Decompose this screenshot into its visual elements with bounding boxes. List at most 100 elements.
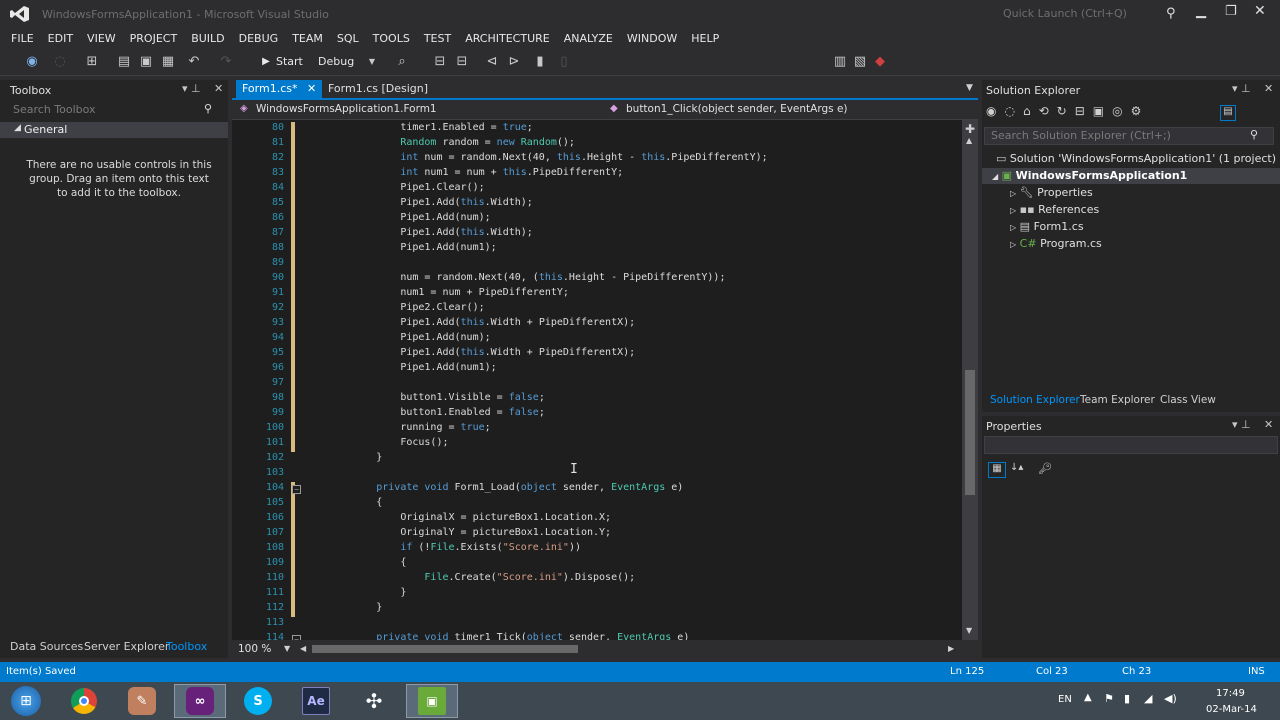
tab-toolbox[interactable]: Toolbox — [166, 640, 207, 653]
class-dropdown[interactable]: WindowsFormsApplication1.Form1 — [256, 103, 437, 115]
taskbar-chrome[interactable] — [58, 684, 110, 718]
taskbar-app-network[interactable]: ✣ — [348, 684, 400, 718]
back-icon[interactable]: ◉ — [986, 104, 1004, 118]
tab-form1-design[interactable]: Form1.cs [Design] — [322, 80, 434, 98]
show-all-icon[interactable]: ▣ — [1093, 104, 1112, 118]
tree-solution[interactable]: ▭ Solution 'WindowsFormsApplication1' (1… — [996, 152, 1276, 165]
start-button[interactable]: Start — [276, 55, 303, 68]
toolbox-group-general[interactable]: ◢ General — [0, 122, 228, 138]
forward-icon[interactable]: ◌ — [1004, 104, 1022, 118]
menu-edit[interactable]: EDIT — [41, 28, 80, 50]
code-line[interactable]: private void Form1_Load(object sender, E… — [304, 482, 683, 493]
code-line[interactable]: Pipe1.Add(num1); — [304, 362, 496, 373]
properties-icon[interactable]: ⚙ — [1131, 104, 1150, 118]
code-line[interactable]: int num1 = num + this.PipeDifferentY; — [304, 167, 623, 178]
code-line[interactable]: private void timer1_Tick(object sender, … — [304, 632, 689, 640]
taskbar-after-effects[interactable]: Ae — [290, 684, 342, 718]
close-icon[interactable]: ✕ — [307, 82, 316, 95]
code-line[interactable]: button1.Visible = false; — [304, 392, 545, 403]
code-line[interactable]: Pipe1.Add(this.Width); — [304, 197, 532, 208]
scroll-down-icon[interactable]: ▼ — [966, 626, 972, 635]
pin-icon[interactable]: ▾ ⊥ — [182, 82, 201, 95]
preview-icon[interactable]: ◎ — [1112, 104, 1130, 118]
tab-data-sources[interactable]: Data Sources — [10, 640, 83, 653]
taskbar-app-game[interactable]: ▣ — [406, 684, 458, 718]
scroll-up-icon[interactable]: ▲ — [966, 136, 972, 145]
quick-launch-input[interactable]: Quick Launch (Ctrl+Q) — [996, 5, 1146, 23]
comment-icon[interactable]: ▮ — [532, 54, 548, 70]
chevron-down-icon[interactable]: ▼ — [284, 644, 290, 653]
tab-server-explorer[interactable]: Server Explorer — [84, 640, 169, 653]
code-line[interactable]: num1 = num + PipeDifferentY; — [304, 287, 569, 298]
menu-tools[interactable]: TOOLS — [366, 28, 417, 50]
code-line[interactable]: int num = random.Next(40, this.Height - … — [304, 152, 767, 163]
close-icon[interactable]: ✕ — [214, 82, 223, 95]
undo-icon[interactable]: ↶ — [186, 54, 202, 70]
flag-icon[interactable]: ⚑ — [1104, 692, 1114, 705]
pin-icon[interactable]: ▾ ⊥ — [1232, 82, 1251, 95]
code-line[interactable]: timer1.Enabled = true; — [304, 122, 532, 133]
menu-architecture[interactable]: ARCHITECTURE — [458, 28, 557, 50]
save-icon[interactable]: ▣ — [138, 54, 154, 70]
code-line[interactable]: Pipe1.Add(num); — [304, 332, 490, 343]
split-icon[interactable]: ✚ — [965, 122, 975, 136]
battery-icon[interactable]: ▮ — [1124, 692, 1130, 705]
zoom-level[interactable]: 100 % — [238, 643, 271, 655]
navigate-back-icon[interactable]: ◉ — [24, 54, 40, 70]
save-all-icon[interactable]: ▦ — [160, 54, 176, 70]
code-line[interactable]: Pipe1.Add(this.Width); — [304, 227, 532, 238]
code-line[interactable]: Pipe2.Clear(); — [304, 302, 484, 313]
solution-config-select[interactable]: Debug — [318, 55, 354, 68]
restore-button[interactable]: ❐ — [1225, 4, 1237, 19]
scroll-right-icon[interactable]: ▶ — [948, 644, 954, 653]
scroll-thumb[interactable] — [965, 370, 975, 495]
solution-search-input[interactable]: Search Solution Explorer (Ctrl+;) — [984, 127, 1274, 145]
code-line[interactable]: OriginalX = pictureBox1.Location.X; — [304, 512, 611, 523]
navigate-forward-icon[interactable]: ◌ — [52, 54, 68, 70]
code-line[interactable]: Pipe1.Clear(); — [304, 182, 484, 193]
code-line[interactable]: { — [304, 557, 406, 568]
code-line[interactable]: File.Create("Score.ini").Dispose(); — [304, 572, 635, 583]
clock-date[interactable]: 02-Mar-14 — [1206, 704, 1257, 715]
taskbar-visual-studio[interactable]: ∞ — [174, 684, 226, 718]
code-line[interactable]: button1.Enabled = false; — [304, 407, 545, 418]
horizontal-scroll-thumb[interactable] — [312, 645, 578, 653]
tab-team-explorer[interactable]: Team Explorer — [1080, 394, 1155, 406]
redo-icon[interactable]: ↷ — [218, 54, 234, 70]
code-line[interactable]: running = true; — [304, 422, 490, 433]
code-view[interactable]: 80 timer1.Enabled = true; 81 Random rando… — [232, 120, 962, 640]
uncomment-icon[interactable]: ▯ — [556, 54, 572, 70]
tree-item-references[interactable]: ▷ ▪▪ References — [1010, 203, 1099, 216]
tree-item-form1[interactable]: ▷ ▤ Form1.cs — [1010, 220, 1084, 233]
code-line[interactable]: } — [304, 452, 382, 463]
sync-icon[interactable]: ⟲ — [1039, 104, 1057, 118]
align-right-icon[interactable]: ⊟ — [454, 54, 470, 70]
taskbar-skype[interactable]: S — [232, 684, 284, 718]
tab-form1-cs[interactable]: Form1.cs* ✕ — [236, 80, 323, 98]
open-file-icon[interactable]: ▤ — [116, 54, 132, 70]
menu-project[interactable]: PROJECT — [123, 28, 185, 50]
refresh-icon[interactable]: ↻ — [1057, 104, 1075, 118]
code-line[interactable]: OriginalY = pictureBox1.Location.Y; — [304, 527, 611, 538]
start-button[interactable]: ⊞ — [0, 684, 52, 718]
diagnostics-icon[interactable]: ◆ — [872, 54, 888, 70]
start-icon[interactable]: ▶ — [258, 54, 274, 70]
show-hidden-icons-icon[interactable]: ▲ — [1084, 692, 1092, 703]
menu-analyze[interactable]: ANALYZE — [557, 28, 620, 50]
chevron-down-icon[interactable]: ▼ — [364, 54, 380, 70]
window-layout-icon[interactable]: ▧ — [852, 54, 868, 70]
collapse-icon[interactable]: ⊟ — [1075, 104, 1093, 118]
tree-project[interactable]: ◢ ▣ WindowsFormsApplication1 — [982, 168, 1280, 184]
code-line[interactable]: { — [304, 497, 382, 508]
menu-debug[interactable]: DEBUG — [232, 28, 286, 50]
categorized-icon[interactable]: ▦ — [988, 462, 1006, 478]
close-icon[interactable]: ✕ — [1264, 82, 1273, 95]
code-line[interactable]: Pipe1.Add(this.Width + PipeDifferentX); — [304, 317, 635, 328]
home-icon[interactable]: ⌂ — [1023, 104, 1039, 118]
search-icon[interactable]: ⚲ — [204, 102, 212, 115]
alphabetical-icon[interactable]: ↓▴ — [1010, 462, 1023, 473]
search-icon[interactable]: ⚲ — [1250, 128, 1258, 141]
menu-file[interactable]: FILE — [4, 28, 41, 50]
tree-item-properties[interactable]: ▷ 🔧︎ Properties — [1010, 186, 1093, 199]
code-line[interactable]: Pipe1.Add(num1); — [304, 242, 496, 253]
